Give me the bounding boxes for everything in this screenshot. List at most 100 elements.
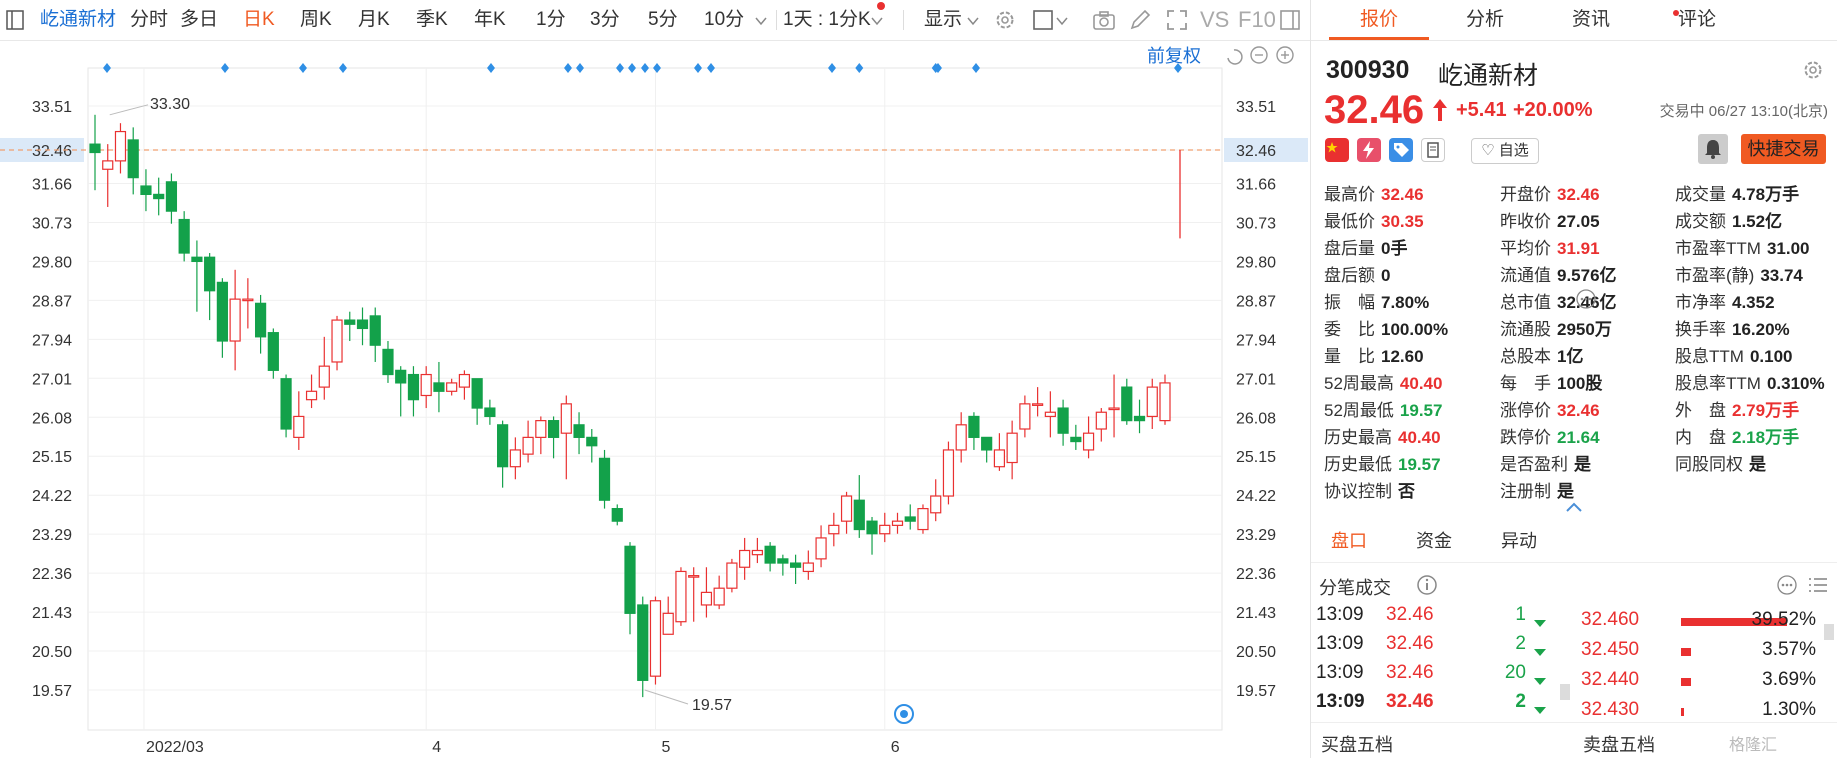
event-marker-icon[interactable] [707,63,715,73]
period-tab[interactable]: 月K [358,0,390,40]
event-marker-icon[interactable] [972,63,980,73]
sell-five-label[interactable]: 卖盘五档 [1583,731,1655,757]
collapse-chevron-icon[interactable] [1565,500,1583,514]
candle-body[interactable] [446,382,458,392]
fuquan-toggle[interactable]: 前复权 [1147,46,1201,66]
candle-body[interactable] [815,537,827,560]
candle-body[interactable] [344,319,356,325]
event-marker-icon[interactable] [828,63,836,73]
candle-body[interactable] [382,348,394,376]
candle-body[interactable] [955,424,967,451]
candle-body[interactable] [127,139,139,179]
fullscreen-icon[interactable] [1165,8,1189,32]
event-marker-icon[interactable] [221,63,229,73]
period-tab[interactable]: 周K [300,0,332,40]
depth-tab[interactable]: 资金 [1416,520,1452,562]
undo-icon[interactable] [1227,49,1243,65]
candle-body[interactable] [204,256,216,292]
lightning-icon[interactable] [1357,138,1381,162]
candle-body[interactable] [433,382,445,392]
candle-body[interactable] [242,298,254,302]
alert-button[interactable] [1698,134,1728,164]
buy-five-label[interactable]: 买盘五档 [1321,731,1393,757]
candle-body[interactable] [637,604,649,681]
candle-body[interactable] [675,570,687,623]
candle-body[interactable] [1108,407,1120,411]
candle-body[interactable] [802,562,814,573]
candle-body[interactable] [993,449,1006,468]
period-tab[interactable]: 日K [243,0,275,40]
candle-body[interactable] [114,130,127,162]
candle-body[interactable] [917,507,929,531]
candle-body[interactable] [522,436,534,455]
candle-body[interactable] [280,378,292,430]
candle-body[interactable] [891,520,904,526]
candle-body[interactable] [547,420,560,438]
candle-body[interactable] [535,420,547,438]
candle-body[interactable] [942,449,955,497]
candle-body[interactable] [471,378,483,409]
quick-trade-button[interactable]: 快捷交易 [1741,134,1826,164]
quote-tab[interactable]: 资讯 [1541,0,1641,40]
candle-body[interactable] [904,516,916,522]
gear-icon[interactable] [993,8,1017,32]
candle-body[interactable] [573,424,585,438]
candle-body[interactable] [1006,432,1018,464]
candle-body[interactable] [1146,386,1158,418]
quote-tab[interactable]: 报价 [1329,0,1429,40]
list-view-icon[interactable] [1807,574,1829,596]
candle-body[interactable] [662,612,674,635]
f10-button[interactable]: F10 [1238,0,1276,40]
candle-body[interactable] [369,315,381,346]
info-icon[interactable] [1416,574,1438,596]
chevron-down-icon[interactable] [966,14,980,28]
gear-icon[interactable] [1801,58,1825,82]
period-tab[interactable]: 多日 [180,0,218,40]
candle-body[interactable] [484,407,496,418]
event-marker-icon[interactable] [855,63,864,73]
candle-body[interactable] [764,545,776,564]
candle-body[interactable] [853,499,865,531]
day-interval-select[interactable]: 1天 : 1分K [783,0,871,40]
candle-body[interactable] [165,181,178,212]
candle-body[interactable] [1032,403,1044,406]
period-tab[interactable]: 1分 [536,0,566,40]
pencil-icon[interactable] [1128,8,1152,32]
candle-body[interactable] [1019,403,1031,430]
event-marker-icon[interactable] [641,63,649,73]
candle-body[interactable] [879,524,891,535]
candle-body[interactable] [828,524,840,535]
event-marker-icon[interactable] [628,63,636,73]
more-options-icon[interactable] [1575,288,1597,310]
event-marker-icon[interactable] [694,63,702,73]
candle-body[interactable] [726,562,738,589]
candle-body[interactable] [598,457,611,501]
period-tab[interactable]: 5分 [648,0,678,40]
kline-chart[interactable]: 33.51 33.51 32.46 32.46 31.66 31.66 30.73 30.73… [0,40,1310,758]
period-tab[interactable]: 3分 [590,0,620,40]
scrollbar-thumb[interactable] [1560,684,1570,700]
event-marker-icon[interactable] [103,63,111,73]
candle-body[interactable] [586,436,598,447]
square-tool-icon[interactable] [1031,8,1055,32]
chevron-down-icon[interactable] [1055,14,1069,28]
candle-body[interactable] [866,520,878,535]
candle-body[interactable] [1082,432,1095,451]
candle-body[interactable] [178,218,190,254]
candle-body[interactable] [305,390,318,401]
candle-body[interactable] [509,449,521,468]
bookmark-icon[interactable] [1421,138,1445,162]
add-favorite-button[interactable]: ♡ 自选 [1471,138,1539,164]
event-marker-icon[interactable] [299,63,307,73]
display-menu[interactable]: 显示 [924,0,962,40]
candle-body[interactable] [1057,407,1069,434]
camera-icon[interactable] [1092,8,1116,32]
candle-body[interactable] [688,575,700,578]
event-marker-icon[interactable] [564,63,572,73]
chevron-down-icon[interactable] [870,14,884,28]
candle-body[interactable] [102,160,114,170]
candle-body[interactable] [981,436,993,451]
quote-tab[interactable]: 分析 [1435,0,1535,40]
event-marker-icon[interactable] [653,63,661,73]
event-marker-icon[interactable] [616,63,624,73]
